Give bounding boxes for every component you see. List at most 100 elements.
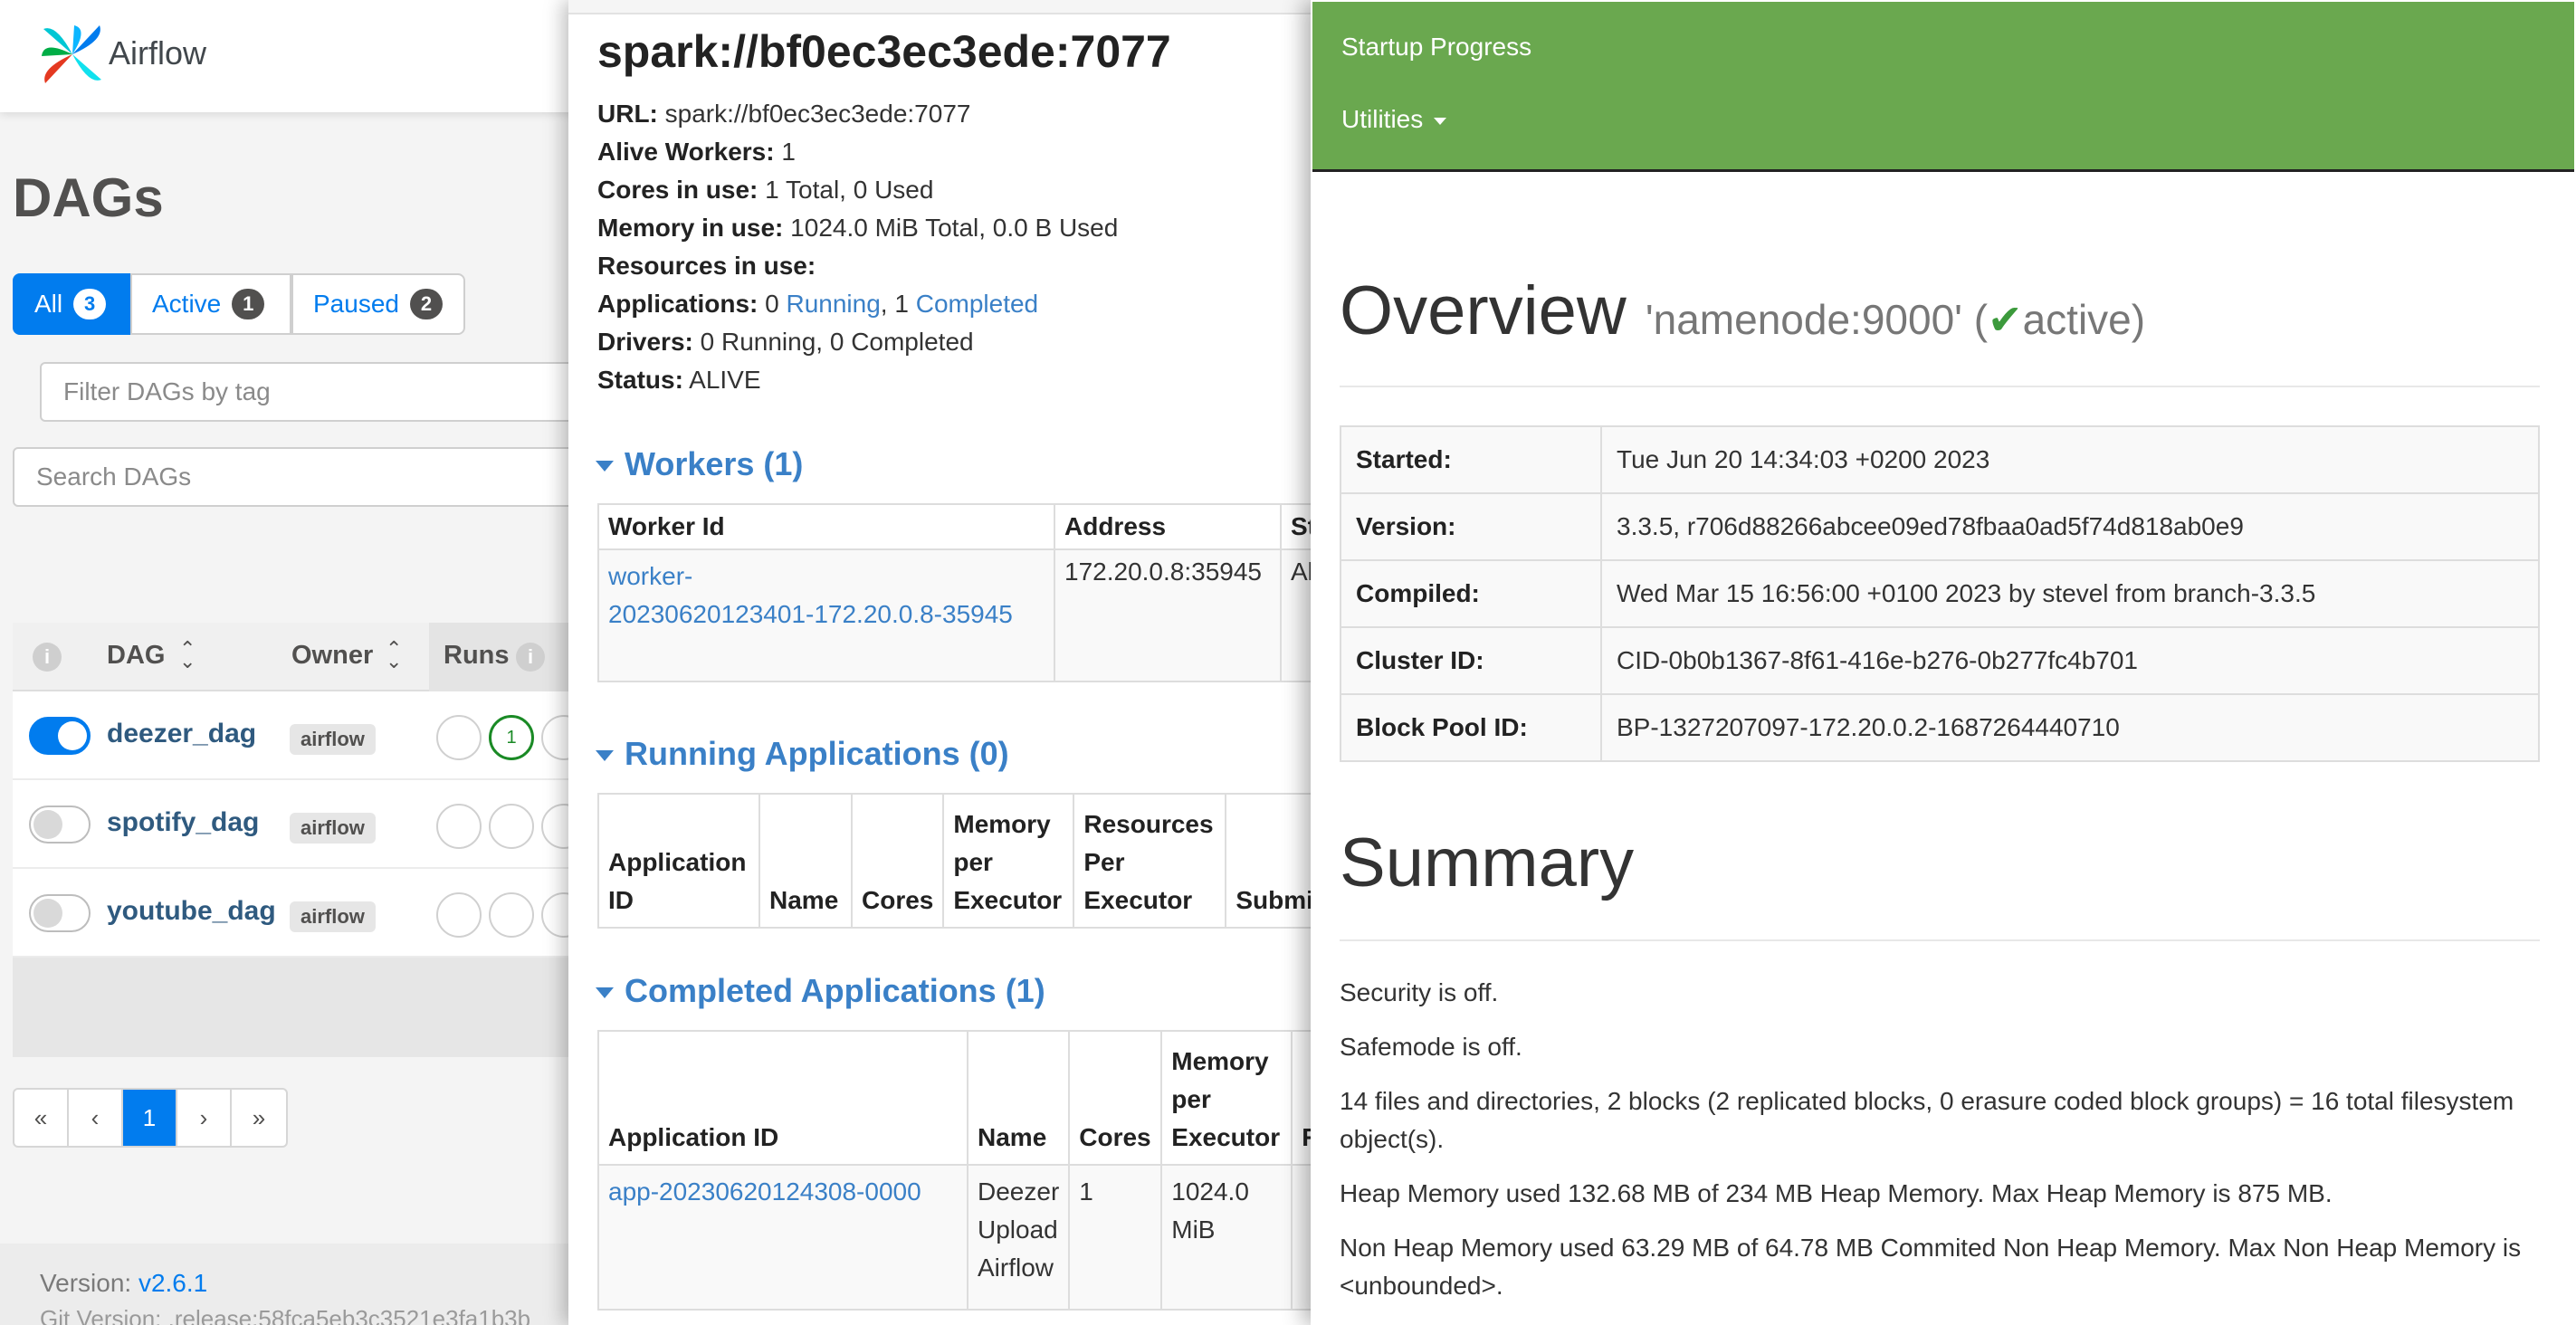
memory-label: Memory in use: [597, 214, 784, 242]
run-success-circle[interactable]: 1 [489, 715, 534, 760]
column-cores[interactable]: Cores [1068, 1030, 1163, 1166]
summary-line: 14 files and directories, 2 blocks (2 re… [1340, 1087, 2514, 1153]
workers-section-title: Workers (1) [625, 445, 804, 482]
owner-badge[interactable]: airflow [290, 813, 376, 844]
table-row: Version: 3.3.5, r706d88266abcee09ed78fbaa… [1340, 492, 2540, 561]
column-worker-id[interactable]: Worker Id [597, 503, 1055, 550]
column-owner[interactable]: Owner [291, 641, 373, 671]
column-submitted-time[interactable]: Submi Time [1225, 793, 1321, 929]
collapse-caret-icon [596, 461, 614, 472]
column-application-id[interactable]: Application ID [597, 1030, 968, 1166]
column-memory-per-executor[interactable]: Memory per Executor [942, 793, 1075, 929]
dag-link[interactable]: spotify_dag [107, 807, 259, 838]
cluster-id-value: CID-0b0b1367-8f61-416e-b276-0b277fc4b701 [1600, 626, 2540, 695]
table-row: deezer_dag airflow 1 [13, 691, 597, 780]
column-memory-per-executor[interactable]: Memory per Executor [1160, 1030, 1293, 1166]
column-resources-per-executor[interactable]: Resources Per Executor [1073, 793, 1227, 929]
summary-line: Non Heap Memory used 63.29 MB of 64.78 M… [1340, 1234, 2522, 1300]
dag-pause-toggle[interactable] [29, 894, 91, 932]
version-value: 3.3.5, r706d88266abcee09ed78fbaa0ad5f74d… [1600, 492, 2540, 561]
version-link[interactable]: v2.6.1 [138, 1269, 207, 1297]
workers-section-toggle[interactable]: Workers (1) [596, 445, 803, 483]
started-key: Started: [1340, 425, 1602, 494]
apps-separator: , [880, 290, 888, 318]
airflow-brand[interactable]: Airflow [109, 34, 206, 72]
runs-info-icon[interactable]: i [516, 643, 545, 672]
dags-table: i DAG ⌃ ⌄ Owner ⌃ ⌄ Runs i deezer_dag airf… [13, 623, 597, 1057]
status-value: ALIVE [689, 366, 761, 394]
column-runs: Runs [444, 641, 510, 670]
overview-title: Overview [1340, 272, 1627, 349]
prev-page-button[interactable]: ‹ [69, 1090, 123, 1146]
cores-line: Cores in use: 1 Total, 0 Used [597, 176, 933, 205]
nav-utilities-dropdown[interactable]: Utilities [1341, 105, 1447, 134]
owner-badge[interactable]: airflow [290, 901, 376, 932]
column-name[interactable]: Name [758, 793, 853, 929]
completed-apps-link[interactable]: Completed [916, 290, 1038, 318]
info-icon[interactable]: i [33, 643, 62, 672]
worker-id-link[interactable]: worker- 20230620123401-172.20.0.8-35945 [608, 562, 1013, 628]
column-dag[interactable]: DAG [107, 641, 165, 671]
running-apps-section-toggle[interactable]: Running Applications (0) [596, 735, 1009, 773]
spark-url-line: URL: spark://bf0ec3ec3ede:7077 [597, 100, 970, 129]
completed-apps-section-toggle[interactable]: Completed Applications (1) [596, 972, 1045, 1010]
cluster-id-key: Cluster ID: [1340, 626, 1602, 695]
app-name-cell: Deezer Upload Airflow [966, 1164, 1071, 1311]
hdfs-navbar: Startup Progress Utilities [1312, 2, 2574, 172]
column-address[interactable]: Address [1054, 503, 1282, 550]
compiled-value: Wed Mar 15 16:56:00 +0100 2023 by stevel… [1600, 559, 2540, 628]
check-icon: ✔ [1988, 296, 2023, 343]
app-memory-cell: 1024.0 MiB [1160, 1164, 1293, 1311]
airflow-logo-icon[interactable] [36, 20, 109, 89]
resources-line: Resources in use: [597, 252, 816, 281]
memory-line: Memory in use: 1024.0 MiB Total, 0.0 B U… [597, 214, 1118, 243]
first-page-button[interactable]: « [14, 1090, 69, 1146]
app-id-link[interactable]: app-20230620124308-0000 [608, 1177, 921, 1206]
column-application-id[interactable]: Application ID [597, 793, 760, 929]
run-status-circle[interactable] [436, 715, 482, 760]
running-apps-section-title: Running Applications (0) [625, 735, 1009, 772]
last-page-button[interactable]: » [232, 1090, 286, 1146]
current-page-button[interactable]: 1 [123, 1090, 177, 1146]
owner-badge[interactable]: airflow [290, 724, 376, 755]
tab-paused[interactable]: Paused 2 [291, 273, 465, 335]
dag-pause-toggle[interactable] [29, 717, 91, 755]
divider [1340, 939, 2540, 941]
running-apps-link[interactable]: Running [786, 290, 880, 318]
filter-dags-by-tag-input[interactable]: Filter DAGs by tag [40, 362, 597, 422]
search-placeholder: Search DAGs [36, 462, 192, 491]
collapse-caret-icon [596, 987, 614, 999]
sort-dag-icon[interactable]: ⌃ ⌄ [179, 639, 196, 672]
dropdown-caret-icon [1434, 117, 1447, 125]
run-status-circle[interactable] [489, 892, 534, 938]
run-status-circle[interactable] [489, 804, 534, 849]
run-status-circle[interactable] [436, 804, 482, 849]
search-dags-input[interactable]: Search DAGs [13, 447, 597, 507]
apps-completed-count: 1 [894, 290, 909, 318]
compiled-key: Compiled: [1340, 559, 1602, 628]
dag-link[interactable]: youtube_dag [107, 896, 276, 927]
tab-all[interactable]: All 3 [13, 273, 130, 335]
alive-workers-label: Alive Workers: [597, 138, 775, 166]
sort-owner-icon[interactable]: ⌃ ⌄ [386, 639, 402, 672]
tab-active[interactable]: Active 1 [130, 273, 291, 335]
filter-placeholder: Filter DAGs by tag [63, 377, 271, 405]
column-cores[interactable]: Cores [850, 793, 945, 929]
dag-link[interactable]: deezer_dag [107, 719, 256, 749]
git-version-label: Git Version: [40, 1305, 162, 1325]
next-page-button[interactable]: › [177, 1090, 232, 1146]
column-name[interactable]: Name [966, 1030, 1071, 1166]
airflow-window: Airflow DAGs All 3 Active 1 Paused 2 Fil… [0, 0, 597, 1325]
completed-apps-table: Application ID Name Cores Memory per Exe… [597, 1030, 1321, 1311]
page-title: DAGs [13, 167, 164, 228]
cores-value: 1 Total, 0 Used [765, 176, 934, 204]
run-status-circle[interactable] [436, 892, 482, 938]
overview-host: 'namenode:9000' ( [1645, 296, 1989, 343]
summary-line: Safemode is off. [1340, 1033, 1522, 1061]
nav-startup-progress[interactable]: Startup Progress [1341, 33, 1531, 62]
tab-all-count-badge: 3 [73, 289, 107, 319]
status-line: Status: ALIVE [597, 366, 761, 395]
tab-active-label: Active [152, 290, 222, 318]
apps-running-count: 0 [765, 290, 779, 318]
dag-pause-toggle[interactable] [29, 805, 91, 844]
